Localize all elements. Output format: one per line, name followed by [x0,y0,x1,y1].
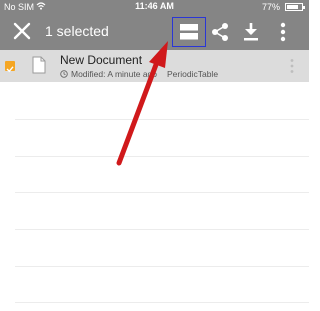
file-meta: Modified: A minute ago PeriodicTable [60,69,218,79]
file-row[interactable]: New Document Modified: A minute ago Perio… [0,50,309,82]
list-divider [15,266,309,267]
battery-fill [287,5,298,9]
list-divider [15,229,309,230]
status-bar: No SIM 11:46 AM 77% [0,0,309,14]
close-icon[interactable] [10,19,34,43]
row-more-icon[interactable] [289,58,295,74]
selection-action-bar: 1 selected [0,14,309,50]
stack-button[interactable] [172,17,206,47]
file-tag: PeriodicTable [167,69,219,79]
list-divider [15,119,309,120]
modified-label: Modified: A minute ago [71,69,158,79]
checkbox[interactable] [5,61,15,73]
battery-icon [285,3,305,11]
stack-icon [180,24,198,40]
list-divider [15,156,309,157]
selection-count-title: 1 selected [45,23,109,39]
list-divider [15,192,309,193]
clock-icon [60,70,68,78]
share-icon[interactable] [207,19,233,45]
download-icon[interactable] [238,19,264,45]
file-name: New Document [60,53,143,67]
check-icon [6,66,14,73]
more-vertical-icon[interactable] [270,19,296,45]
document-icon [32,56,46,74]
list-divider [15,302,309,303]
battery-percent: 77% [261,2,280,12]
